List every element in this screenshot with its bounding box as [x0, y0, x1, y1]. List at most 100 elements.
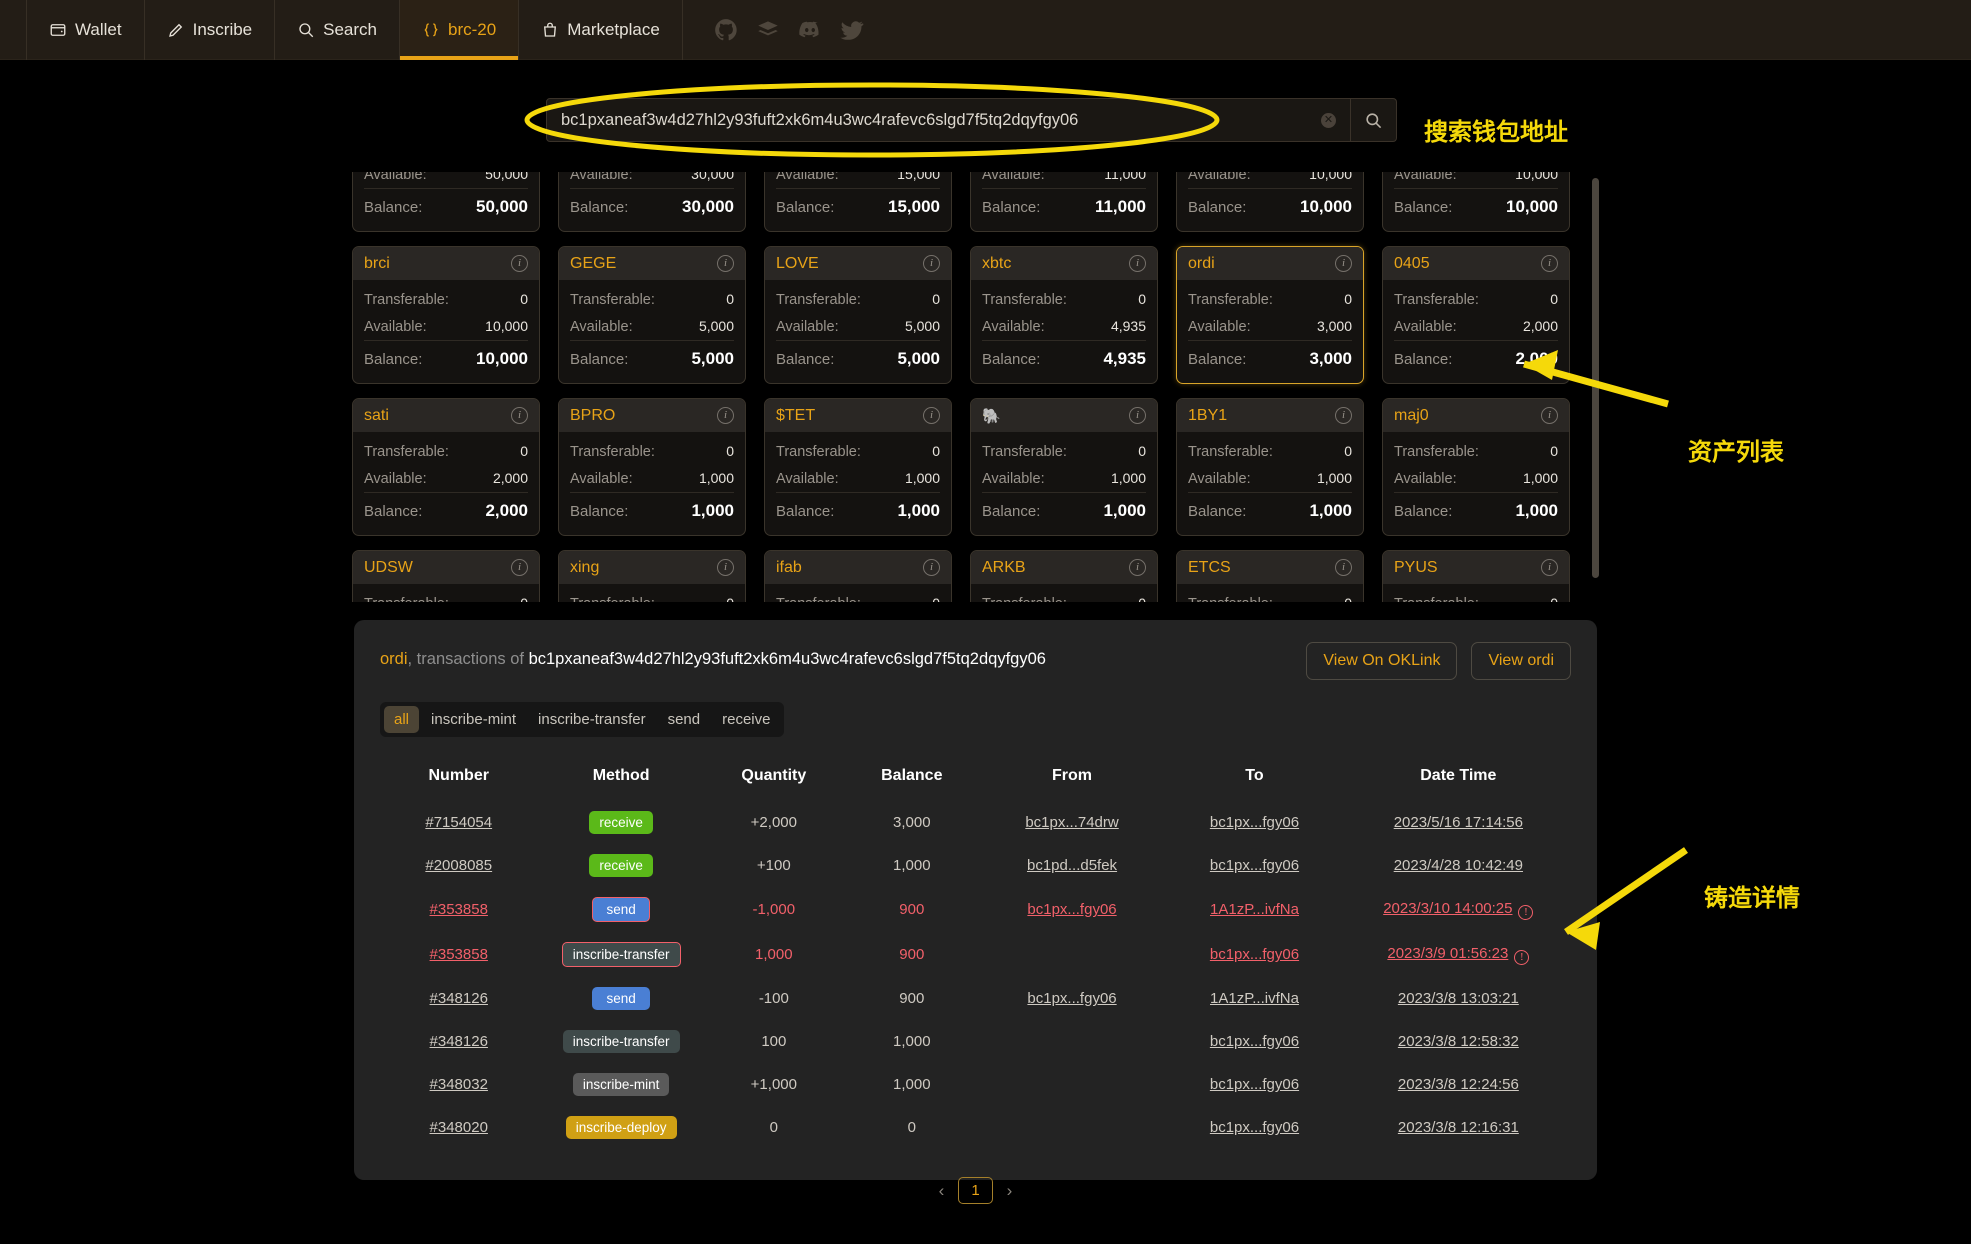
token-balance-value: 1,000	[897, 501, 940, 520]
nav-item-wallet[interactable]: Wallet	[26, 0, 145, 60]
from-address-link[interactable]: bc1px...fgy06	[1027, 990, 1116, 1007]
to-address-link[interactable]: bc1px...fgy06	[1210, 857, 1299, 874]
info-icon[interactable]: i	[1129, 255, 1146, 272]
inscription-number-link[interactable]: #7154054	[425, 814, 492, 831]
to-address-link[interactable]: bc1px...fgy06	[1210, 1119, 1299, 1136]
token-card[interactable]: $TET i Transferable: 0 Available: 1,000 Balanc…	[764, 398, 952, 536]
token-card[interactable]: ARKBiTransferable:0Available:1,000Balanc…	[970, 550, 1158, 602]
discord-icon[interactable]	[797, 17, 823, 43]
info-icon[interactable]: i	[717, 559, 734, 576]
token-card[interactable]: ETCSiTransferable:0Available:1,000Balanc…	[1176, 550, 1364, 602]
info-icon[interactable]: i	[1335, 559, 1352, 576]
inscription-number-link[interactable]: #348020	[430, 1119, 488, 1136]
info-icon[interactable]: i	[1335, 255, 1352, 272]
github-icon[interactable]	[713, 17, 739, 43]
info-icon[interactable]: i	[1541, 407, 1558, 424]
date-time-link[interactable]: 2023/3/10 14:00:25	[1383, 900, 1512, 917]
token-card[interactable]: brci i Transferable: 0 Available: 10,000 Balan…	[352, 246, 540, 384]
filter-inscribe-transfer[interactable]: inscribe-transfer	[528, 706, 656, 733]
search-submit-button[interactable]	[1351, 98, 1397, 142]
pagination-next[interactable]: ›	[1007, 1181, 1013, 1201]
from-address-link[interactable]: bc1px...74drw	[1025, 814, 1118, 831]
from-address-link[interactable]: bc1px...fgy06	[1027, 901, 1116, 918]
token-balance-value: 11,000	[1094, 197, 1146, 216]
to-address-link[interactable]: bc1px...fgy06	[1210, 814, 1299, 831]
info-icon[interactable]: i	[923, 559, 940, 576]
to-address-link[interactable]: 1A1zP...ivfNa	[1210, 990, 1299, 1007]
to-address-link[interactable]: bc1px...fgy06	[1210, 1076, 1299, 1093]
to-address-link[interactable]: 1A1zP...ivfNa	[1210, 901, 1299, 918]
date-time-link[interactable]: 2023/3/8 12:16:31	[1398, 1119, 1519, 1136]
token-card[interactable]: 🐘 i Transferable: 0 Available: 1,000 Balance: 1…	[970, 398, 1158, 536]
inscription-number-link[interactable]: #348126	[430, 990, 488, 1007]
view-token-button[interactable]: View ordi	[1471, 642, 1571, 680]
search-input[interactable]	[561, 110, 1311, 130]
token-card[interactable]: iTransferable:0Available:11,000Balance:1…	[970, 172, 1158, 232]
token-card[interactable]: xbtc i Transferable: 0 Available: 4,935 Balanc…	[970, 246, 1158, 384]
token-card[interactable]: PYUSiTransferable:0Available:1,000Balanc…	[1382, 550, 1570, 602]
filter-inscribe-mint[interactable]: inscribe-mint	[421, 706, 526, 733]
token-card[interactable]: xingiTransferable:0Available:1,000Balanc…	[558, 550, 746, 602]
book-icon[interactable]	[755, 17, 781, 43]
date-time-link[interactable]: 2023/4/28 10:42:49	[1394, 857, 1523, 874]
token-card[interactable]: ordi i Transferable: 0 Available: 3,000 Balanc…	[1176, 246, 1364, 384]
token-card[interactable]: iTransferable:0Available:15,000Balance:1…	[764, 172, 952, 232]
token-card[interactable]: GEGE i Transferable: 0 Available: 5,000 Balanc…	[558, 246, 746, 384]
info-icon[interactable]: i	[511, 255, 528, 272]
filter-all[interactable]: all	[384, 706, 420, 733]
nav-item-marketplace[interactable]: Marketplace	[519, 0, 683, 60]
nav-item-brc20[interactable]: brc-20	[400, 0, 520, 60]
filter-send[interactable]: send	[658, 706, 711, 733]
inscription-number-link[interactable]: #353858	[430, 946, 488, 963]
info-icon[interactable]: i	[1129, 407, 1146, 424]
to-address-link[interactable]: bc1px...fgy06	[1210, 946, 1299, 963]
info-icon[interactable]: i	[1541, 255, 1558, 272]
token-card-body: Transferable: 0 Available: 1,000 Balance: 1,0…	[1383, 432, 1569, 535]
nav-item-inscribe[interactable]: Inscribe	[145, 0, 276, 60]
date-time-link[interactable]: 2023/3/9 01:56:23	[1387, 945, 1508, 962]
info-icon[interactable]: i	[511, 559, 528, 576]
date-time-link[interactable]: 2023/3/8 13:03:21	[1398, 990, 1519, 1007]
to-address-link[interactable]: bc1px...fgy06	[1210, 1033, 1299, 1050]
token-card[interactable]: iTransferable:0Available:10,000Balance:1…	[1382, 172, 1570, 232]
twitter-icon[interactable]	[839, 17, 865, 43]
date-time-link[interactable]: 2023/3/8 12:58:32	[1398, 1033, 1519, 1050]
clear-icon[interactable]: ✕	[1321, 112, 1336, 128]
token-card[interactable]: BPRO i Transferable: 0 Available: 1,000 Balanc…	[558, 398, 746, 536]
date-time-link[interactable]: 2023/5/16 17:14:56	[1394, 814, 1523, 831]
info-icon[interactable]: i	[717, 407, 734, 424]
token-card[interactable]: ifabiTransferable:0Available:1,000Balanc…	[764, 550, 952, 602]
info-icon[interactable]: i	[1335, 407, 1352, 424]
info-icon[interactable]: i	[511, 407, 528, 424]
info-icon[interactable]: i	[1541, 559, 1558, 576]
from-address-link[interactable]: bc1pd...d5fek	[1027, 857, 1117, 874]
asset-scrollbar-thumb[interactable]	[1592, 178, 1599, 578]
inscription-number-link[interactable]: #353858	[430, 901, 488, 918]
inscription-number-link[interactable]: #348126	[430, 1033, 488, 1050]
inscription-number-link[interactable]: #348032	[430, 1076, 488, 1093]
asset-scrollbar[interactable]	[1592, 178, 1599, 598]
info-icon[interactable]: i	[923, 255, 940, 272]
info-icon[interactable]: i	[923, 407, 940, 424]
inscription-number-link[interactable]: #2008085	[425, 857, 492, 874]
token-card[interactable]: LOVE i Transferable: 0 Available: 5,000 Balanc…	[764, 246, 952, 384]
token-card[interactable]: iTransferable:0Available:10,000Balance:1…	[1176, 172, 1364, 232]
token-card[interactable]: UDSWiTransferable:0Available:1,000Balanc…	[352, 550, 540, 602]
nav-item-search[interactable]: Search	[275, 0, 401, 60]
pagination-prev[interactable]: ‹	[939, 1181, 945, 1201]
cell-method: inscribe-mint	[537, 1063, 704, 1106]
token-card[interactable]: 1BY1 i Transferable: 0 Available: 1,000 Balanc…	[1176, 398, 1364, 536]
token-card[interactable]: iTransferable:0Available:30,000Balance:3…	[558, 172, 746, 232]
token-card[interactable]: 0405 i Transferable: 0 Available: 2,000 Balanc…	[1382, 246, 1570, 384]
token-transferable-label: Transferable:	[364, 596, 449, 602]
token-card[interactable]: sati i Transferable: 0 Available: 2,000 Balanc…	[352, 398, 540, 536]
view-on-oklink-button[interactable]: View On OKLink	[1306, 642, 1458, 680]
pagination-page-1[interactable]: 1	[958, 1177, 993, 1204]
info-icon[interactable]: i	[1129, 559, 1146, 576]
filter-receive[interactable]: receive	[712, 706, 780, 733]
column-header-date: Date Time	[1420, 767, 1497, 784]
token-card[interactable]: iTransferable:0Available:50,000Balance:5…	[352, 172, 540, 232]
info-icon[interactable]: i	[717, 255, 734, 272]
date-time-link[interactable]: 2023/3/8 12:24:56	[1398, 1076, 1519, 1093]
token-card[interactable]: maj0 i Transferable: 0 Available: 1,000 Balanc…	[1382, 398, 1570, 536]
